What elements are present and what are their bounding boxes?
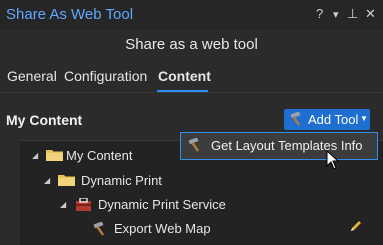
- hammer-icon: [289, 111, 305, 129]
- divider: [0, 92, 383, 93]
- tree-item-label: My Content: [66, 148, 133, 163]
- folder-icon: [58, 174, 75, 186]
- pin-icon[interactable]: ⊥: [347, 6, 358, 22]
- pencil-icon[interactable]: [349, 219, 363, 238]
- tree-item-label: Dynamic Print Service: [98, 197, 226, 212]
- tree-item-label: Export Web Map: [114, 221, 211, 236]
- chevron-down-icon: ▼: [360, 114, 368, 123]
- help-icon[interactable]: ?: [316, 6, 323, 21]
- mouse-cursor-icon: [326, 149, 340, 175]
- tree-item-export-web-map[interactable]: Export Web Map: [20, 218, 360, 240]
- toolbox-icon: [76, 198, 93, 211]
- folder-icon: [46, 149, 63, 161]
- tab-bar: General Configuration Content: [0, 68, 383, 92]
- hammer-icon: [187, 137, 204, 157]
- tree-item-label: Dynamic Print: [81, 173, 162, 188]
- title-bar: Share As Web Tool ? ▾ ⊥ ✕: [0, 0, 383, 30]
- options-menu-icon[interactable]: ▾: [333, 8, 339, 21]
- tab-general[interactable]: General: [7, 68, 57, 84]
- hammer-icon: [92, 222, 109, 236]
- tree-item-dynamic-print-service[interactable]: ◢ Dynamic Print Service: [20, 194, 360, 216]
- window-title: Share As Web Tool: [6, 6, 134, 23]
- add-tool-label: Add Tool: [308, 112, 359, 127]
- tree-item-dynamic-print[interactable]: ◢ Dynamic Print: [20, 170, 360, 192]
- pane-subtitle: Share as a web tool: [125, 36, 258, 53]
- add-tool-button[interactable]: Add Tool ▼: [284, 109, 370, 130]
- close-icon[interactable]: ✕: [365, 6, 376, 22]
- tab-configuration[interactable]: Configuration: [64, 68, 147, 84]
- add-tool-menu-item[interactable]: Get Layout Templates Info: [180, 132, 378, 160]
- section-title: My Content: [6, 112, 83, 128]
- expand-triangle-icon[interactable]: ◢: [32, 151, 38, 160]
- expand-triangle-icon[interactable]: ◢: [60, 200, 66, 209]
- expand-triangle-icon[interactable]: ◢: [44, 176, 50, 185]
- tab-content[interactable]: Content: [158, 68, 211, 84]
